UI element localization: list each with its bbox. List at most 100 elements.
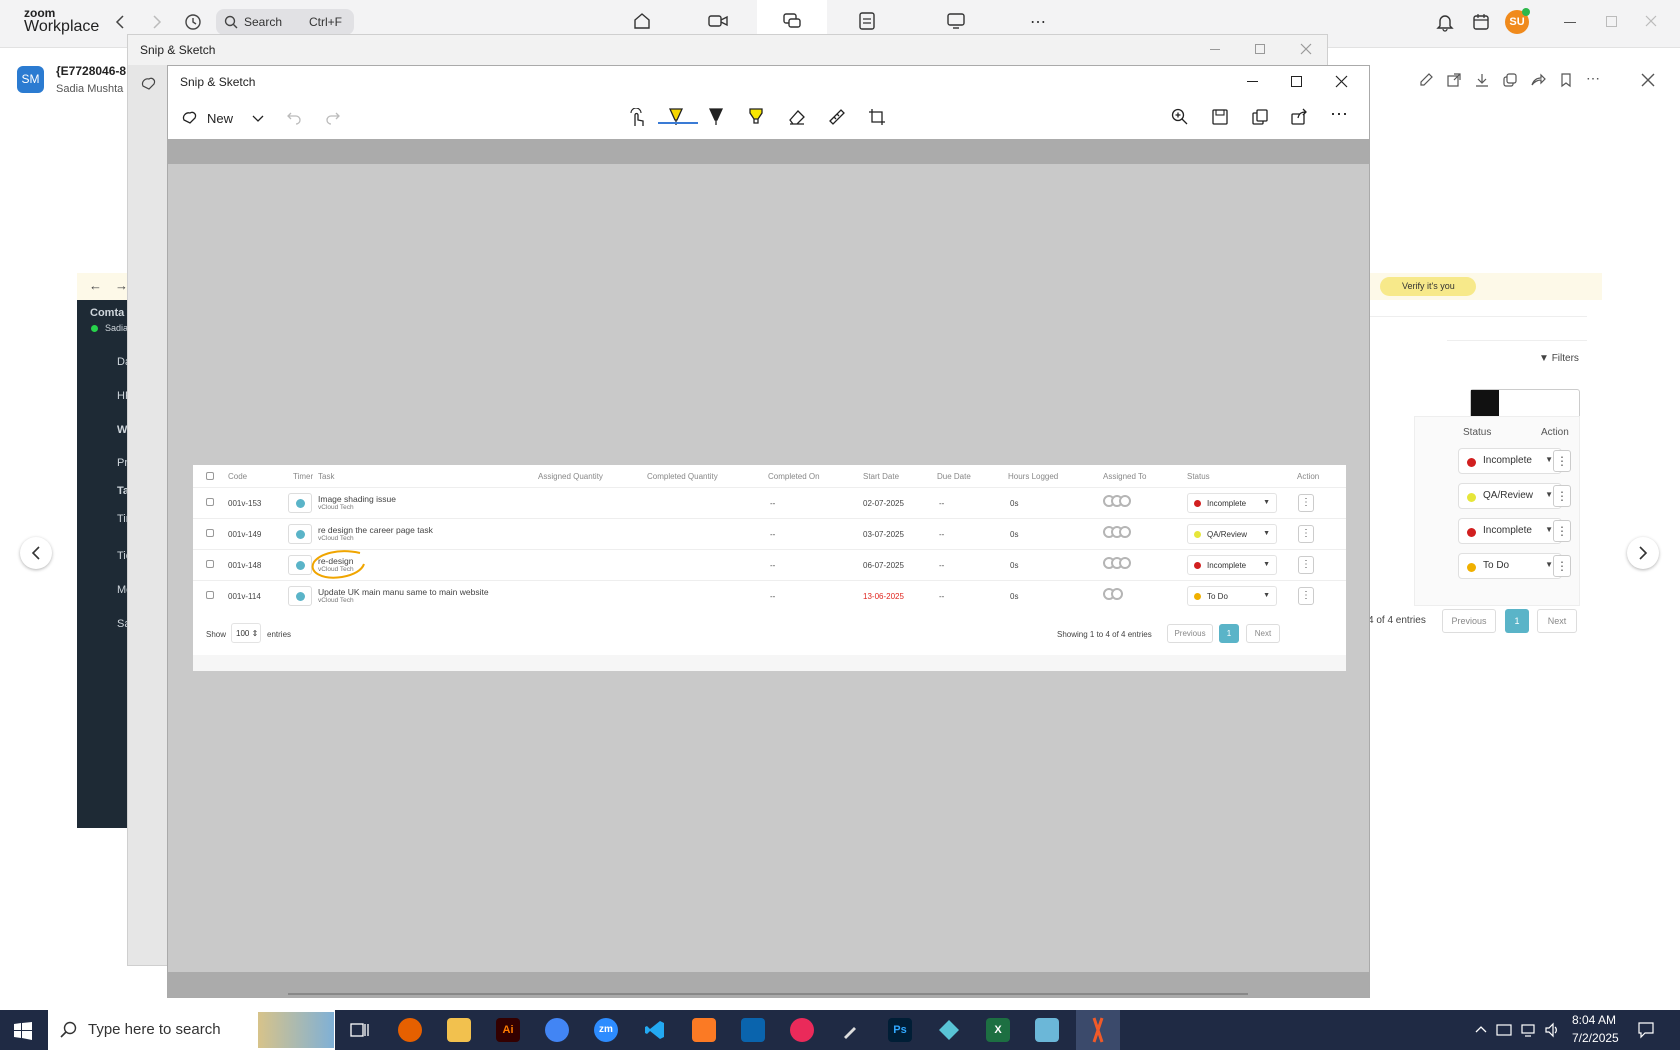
zoom-in-icon[interactable] bbox=[1171, 108, 1189, 126]
taskbar-date[interactable]: 7/2/2025 bbox=[1572, 1031, 1619, 1045]
history-icon[interactable] bbox=[183, 12, 203, 32]
next-page-button[interactable]: Next bbox=[1246, 624, 1280, 643]
horizontal-scrollbar[interactable] bbox=[288, 993, 1248, 995]
photoshop-icon[interactable]: Ps bbox=[888, 1018, 912, 1042]
close-icon[interactable] bbox=[1644, 14, 1658, 28]
row-action-kebab-icon[interactable]: ⋮ bbox=[1298, 525, 1314, 543]
taskbar-time[interactable]: 8:04 AM bbox=[1572, 1013, 1616, 1027]
close-viewer-icon[interactable] bbox=[1640, 72, 1656, 88]
task-name[interactable]: re design the career page task bbox=[318, 525, 433, 535]
maximize-icon[interactable] bbox=[1291, 76, 1302, 87]
xampp-icon[interactable] bbox=[692, 1018, 716, 1042]
back-arrow-icon[interactable] bbox=[114, 14, 126, 30]
row-action-kebab-icon[interactable]: ⋮ bbox=[1298, 587, 1314, 605]
illustrator-icon[interactable]: Ai bbox=[496, 1018, 520, 1042]
open-external-icon[interactable] bbox=[1446, 72, 1462, 88]
undo-icon[interactable] bbox=[286, 111, 302, 125]
status-header: Status bbox=[1463, 427, 1492, 438]
tray-icon[interactable] bbox=[1496, 1022, 1512, 1038]
previous-image-button[interactable] bbox=[20, 537, 52, 569]
task-name[interactable]: Image shading issue bbox=[318, 494, 396, 504]
status-dropdown[interactable]: Incomplete ▼ bbox=[1187, 555, 1277, 575]
row-action-kebab-icon[interactable]: ⋮ bbox=[1298, 494, 1314, 512]
row-checkbox[interactable] bbox=[206, 560, 214, 568]
page-1-button[interactable]: 1 bbox=[1219, 624, 1239, 643]
chevron-down-icon[interactable] bbox=[251, 114, 265, 124]
network-icon[interactable] bbox=[1520, 1022, 1536, 1038]
zoom-search-input[interactable]: Search Ctrl+F bbox=[216, 9, 354, 35]
ruler-icon[interactable] bbox=[828, 108, 846, 126]
whiteboard-icon[interactable] bbox=[946, 12, 966, 30]
online-status-dot bbox=[1522, 8, 1530, 16]
edit-icon[interactable] bbox=[1418, 72, 1434, 88]
share-icon[interactable] bbox=[1290, 108, 1308, 126]
snip-sketch-taskbar-active[interactable] bbox=[1076, 1010, 1120, 1050]
next-image-button[interactable] bbox=[1627, 537, 1659, 569]
pencil-icon[interactable] bbox=[708, 107, 724, 127]
close-icon[interactable] bbox=[1300, 43, 1312, 55]
timer-play-button[interactable] bbox=[288, 524, 312, 544]
notes-icon[interactable] bbox=[1035, 1018, 1059, 1042]
restore-icon[interactable] bbox=[1606, 16, 1617, 27]
forward-arrow-icon[interactable] bbox=[151, 14, 163, 30]
file-explorer-icon[interactable] bbox=[447, 1018, 471, 1042]
minimize-icon[interactable] bbox=[1210, 49, 1220, 50]
task-name[interactable]: Update UK main manu same to main website bbox=[318, 587, 489, 597]
page-size-select[interactable]: 100 ⇕ bbox=[231, 623, 261, 643]
copy-icon[interactable] bbox=[1251, 108, 1269, 126]
minimize-icon[interactable] bbox=[1564, 22, 1576, 23]
redo-icon[interactable] bbox=[325, 111, 341, 125]
app-icon[interactable] bbox=[937, 1018, 961, 1042]
video-icon[interactable] bbox=[708, 13, 728, 29]
close-icon[interactable] bbox=[1335, 75, 1348, 88]
minimize-icon[interactable] bbox=[1247, 81, 1258, 82]
row-checkbox[interactable] bbox=[206, 498, 214, 506]
maximize-icon[interactable] bbox=[1255, 44, 1265, 54]
ballpoint-pen-icon[interactable] bbox=[668, 107, 684, 127]
outlook-icon[interactable] bbox=[741, 1018, 765, 1042]
task-code: 001v-148 bbox=[228, 561, 262, 570]
status-dropdown[interactable]: Incomplete ▼ bbox=[1187, 493, 1277, 513]
excel-icon[interactable]: X bbox=[986, 1018, 1010, 1042]
bg-status-dropdown: QA/Review ▼ bbox=[1458, 483, 1562, 509]
new-snip-icon[interactable] bbox=[140, 75, 158, 93]
bookmark-icon[interactable] bbox=[1558, 72, 1574, 88]
download-icon[interactable] bbox=[1474, 72, 1490, 88]
more-icon[interactable]: ⋯ bbox=[1030, 12, 1046, 32]
more-options-icon[interactable]: ⋯ bbox=[1586, 70, 1600, 87]
chat-icon[interactable] bbox=[782, 11, 802, 31]
row-checkbox[interactable] bbox=[206, 529, 214, 537]
home-icon[interactable] bbox=[632, 11, 652, 31]
taskbar-search-input[interactable]: Type here to search bbox=[48, 1010, 335, 1050]
windows-start-icon[interactable] bbox=[14, 1022, 32, 1040]
calendar-icon[interactable] bbox=[1472, 12, 1490, 32]
notifications-icon[interactable] bbox=[1637, 1021, 1655, 1039]
status-dropdown[interactable]: To Do ▼ bbox=[1187, 586, 1277, 606]
crop-icon[interactable] bbox=[868, 108, 886, 126]
timer-play-button[interactable] bbox=[288, 493, 312, 513]
row-checkbox[interactable] bbox=[206, 591, 214, 599]
select-all-checkbox[interactable] bbox=[206, 472, 214, 480]
eraser-icon[interactable] bbox=[788, 108, 806, 126]
row-action-kebab-icon[interactable]: ⋮ bbox=[1298, 556, 1314, 574]
timer-play-button[interactable] bbox=[288, 586, 312, 606]
task-view-icon[interactable] bbox=[350, 1021, 370, 1039]
touch-writing-icon[interactable] bbox=[628, 108, 646, 128]
copy-icon[interactable] bbox=[1502, 72, 1518, 88]
docs-icon[interactable] bbox=[858, 11, 876, 31]
see-more-icon[interactable]: ⋯ bbox=[1330, 104, 1348, 125]
bell-icon[interactable] bbox=[1436, 12, 1454, 32]
save-icon[interactable] bbox=[1211, 108, 1229, 126]
previous-page-button[interactable]: Previous bbox=[1167, 624, 1213, 643]
show-hidden-icons[interactable] bbox=[1474, 1024, 1488, 1034]
highlighter-icon[interactable] bbox=[748, 107, 764, 127]
creative-cloud-icon[interactable] bbox=[790, 1018, 814, 1042]
chrome-icon[interactable] bbox=[545, 1018, 569, 1042]
firefox-icon[interactable] bbox=[398, 1018, 422, 1042]
zoom-app-icon[interactable]: zm bbox=[594, 1018, 618, 1042]
volume-icon[interactable] bbox=[1544, 1022, 1560, 1038]
share-icon[interactable] bbox=[1530, 72, 1546, 88]
vscode-icon[interactable] bbox=[643, 1018, 667, 1042]
status-dropdown[interactable]: QA/Review ▼ bbox=[1187, 524, 1277, 544]
pen-tool-icon[interactable] bbox=[839, 1018, 863, 1042]
